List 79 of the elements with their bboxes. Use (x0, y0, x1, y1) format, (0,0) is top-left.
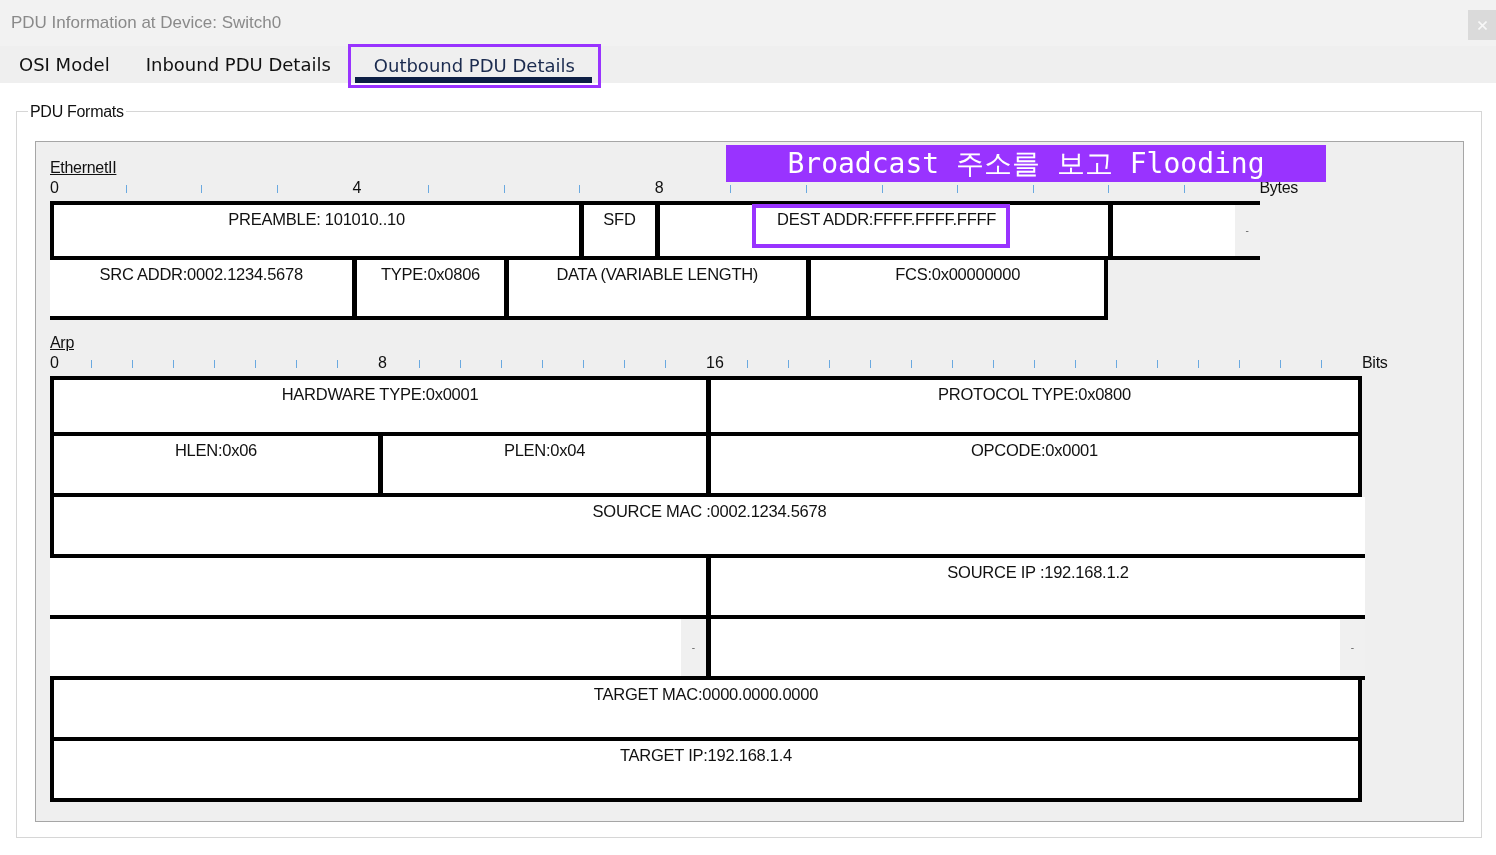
field-label: PROTOCOL TYPE:0x0800 (938, 385, 1131, 403)
ruler-tick (1321, 360, 1322, 368)
ruler-tick (201, 185, 203, 193)
ruler-label: 8 (378, 355, 387, 370)
ruler-tick (214, 360, 215, 368)
protocol-title: Arp (50, 333, 74, 352)
ruler-label: 4 (352, 180, 362, 195)
ruler-tick (542, 360, 543, 368)
dash-label: - (1234, 205, 1260, 256)
close-icon (1477, 20, 1487, 30)
unit-label: Bits (1362, 355, 1388, 370)
window-title: PDU Information at Device: Switch0 (11, 12, 282, 33)
ruler-tick (805, 185, 807, 193)
ruler-tick (173, 360, 174, 368)
ruler-tick (1239, 360, 1240, 368)
ruler-tick (1034, 360, 1035, 368)
ruler-tick (1183, 185, 1185, 193)
ruler-tick (419, 360, 420, 368)
field-label: SRC ADDR:0002.1234.5678 (99, 265, 303, 283)
ruler-tick (1032, 185, 1034, 193)
ruler-tick (1280, 360, 1281, 368)
tab[interactable]: Inbound PDU Details (126, 46, 348, 82)
ruler-tick (1108, 185, 1110, 193)
field-label: PREAMBLE: 101010..10 (228, 210, 405, 228)
ruler-tick (747, 360, 748, 368)
ruler-tick (952, 360, 953, 368)
field-label: SFD (603, 210, 636, 228)
ruler-tick (460, 360, 461, 368)
ruler-tick (1116, 360, 1117, 368)
unit-label: Bytes (1259, 180, 1299, 195)
dash-label: - (1340, 619, 1365, 676)
ruler-tick (829, 360, 830, 368)
field-label: SOURCE MAC :0002.1234.5678 (592, 502, 827, 520)
ruler-tick (993, 360, 994, 368)
ruler-tick (624, 360, 625, 368)
ruler-tick (276, 185, 278, 193)
field-label: PLEN:0x04 (503, 441, 586, 459)
field-label: TARGET MAC:0000.0000.0000 (593, 685, 819, 703)
protocol-title: EthernetII (50, 158, 117, 177)
group-title: PDU Formats (29, 102, 125, 121)
ruler-label: 0 (50, 180, 59, 195)
ruler-tick (1157, 360, 1158, 368)
ruler-tick (501, 360, 502, 368)
field-label: SOURCE IP :192.168.1.2 (947, 563, 1129, 581)
ruler-tick (881, 185, 883, 193)
field-label: DATA (VARIABLE LENGTH) (556, 265, 759, 283)
annotation-banner: Broadcast 주소를 보고 Flooding (726, 145, 1326, 182)
ruler-tick (255, 360, 256, 368)
ruler-tick (788, 360, 789, 368)
field-label: DEST ADDR:FFFF.FFFF.FFFF (777, 210, 997, 228)
ruler-tick (730, 185, 732, 193)
field-label: HLEN:0x06 (174, 441, 258, 459)
ruler-tick (91, 360, 92, 368)
ruler-tick (579, 185, 581, 193)
ruler-tick (337, 360, 338, 368)
field-label: TARGET IP:192.168.1.4 (619, 746, 793, 764)
ruler-tick (503, 185, 505, 193)
ruler-label: 8 (654, 180, 664, 195)
field-label: TYPE:0x0806 (380, 265, 480, 283)
tab[interactable]: Outbound PDU Details (354, 47, 592, 83)
ruler-tick (665, 360, 666, 368)
ruler-tick (1075, 360, 1076, 368)
field-label: HARDWARE TYPE:0x0001 (281, 385, 479, 403)
field-label: OPCODE:0x0001 (971, 441, 1098, 459)
ruler-tick (870, 360, 871, 368)
ruler-label: 16 (706, 355, 724, 370)
close-button[interactable] (1468, 10, 1496, 40)
ruler-label: 0 (50, 355, 59, 370)
ruler-tick (583, 360, 584, 368)
tab[interactable]: OSI Model (0, 46, 127, 82)
ruler-tick (296, 360, 297, 368)
field-label: FCS:0x00000000 (895, 265, 1021, 283)
ruler-tick (1198, 360, 1199, 368)
ruler-tick (911, 360, 912, 368)
ruler-tick (132, 360, 133, 368)
dash-label: - (681, 619, 706, 676)
ruler-tick (957, 185, 959, 193)
ruler-tick (125, 185, 127, 193)
ruler-tick (427, 185, 429, 193)
